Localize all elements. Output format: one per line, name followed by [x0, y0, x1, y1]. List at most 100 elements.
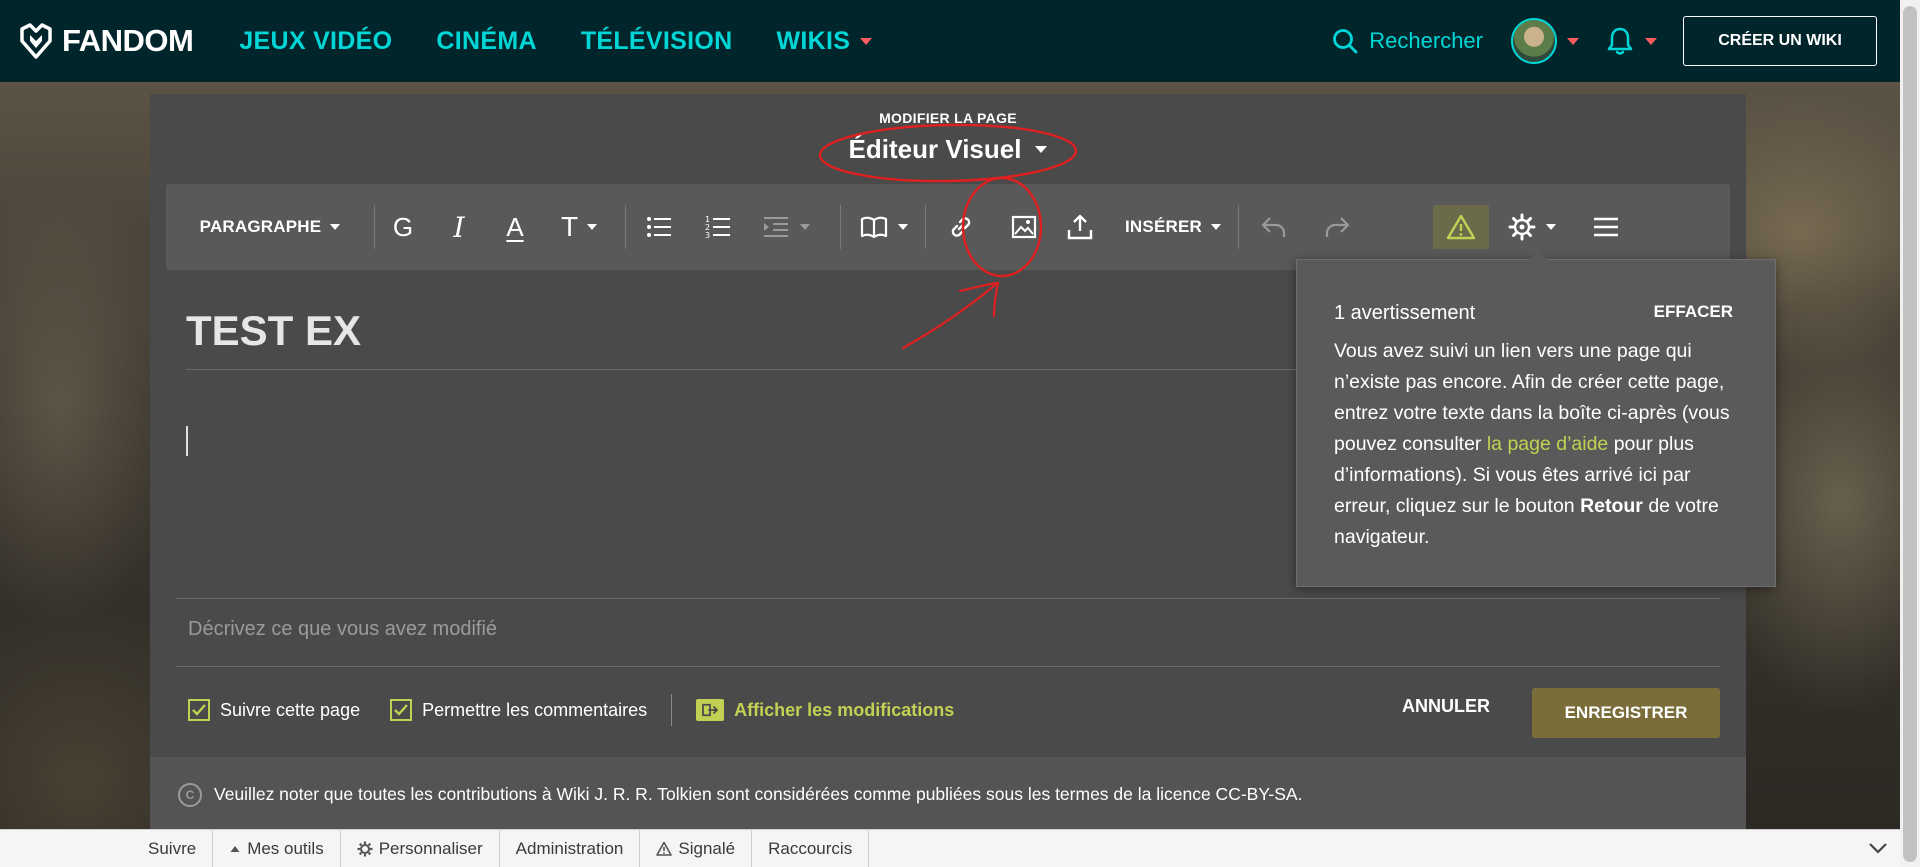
- warnings-popup: 1 avertissement EFFACER Vous avez suivi …: [1296, 251, 1776, 587]
- nav-link-label: JEUX VIDÉO: [239, 26, 393, 55]
- shortcuts-label: Raccourcis: [768, 838, 853, 858]
- bullet-list-icon: [647, 217, 671, 237]
- editor-mode-dropdown[interactable]: Éditeur Visuel: [150, 134, 1746, 165]
- brand-name: FANDOM: [62, 23, 194, 58]
- nav-link-wikis[interactable]: WIKIS: [776, 26, 873, 56]
- nav-link-games[interactable]: JEUX VIDÉO: [239, 27, 392, 56]
- clear-warnings-button[interactable]: EFFACER: [1654, 302, 1733, 322]
- chevron-down-icon: [330, 224, 341, 230]
- cite-dropdown[interactable]: [841, 184, 925, 270]
- watch-page-checkbox[interactable]: Suivre cette page: [188, 699, 360, 721]
- scrollbar-thumb[interactable]: [1903, 6, 1917, 862]
- menu-button[interactable]: [1573, 184, 1639, 270]
- insert-dropdown[interactable]: INSÉRER: [1108, 184, 1238, 270]
- popup-arrow: [1529, 251, 1547, 260]
- text-color-button[interactable]: A: [487, 184, 543, 270]
- search-icon: [1333, 29, 1358, 54]
- bullet-list-button[interactable]: [626, 184, 692, 270]
- image-icon: [1011, 215, 1037, 239]
- checkmark-icon: [192, 704, 206, 716]
- customize-label: Personnaliser: [378, 838, 483, 858]
- nav-link-tv[interactable]: TÉLÉVISION: [581, 27, 733, 56]
- license-notice: C Veuillez noter que toutes les contribu…: [150, 757, 1746, 832]
- chevron-down-icon: [587, 224, 598, 230]
- page-title-input[interactable]: TEST EX: [186, 307, 361, 355]
- link-icon: [951, 217, 971, 237]
- options-divider: [671, 694, 673, 726]
- numbered-list-icon: 123: [705, 215, 730, 240]
- create-wiki-button[interactable]: CRÉER UN WIKI: [1683, 16, 1877, 66]
- indent-icon: [763, 217, 788, 237]
- upload-button[interactable]: [1052, 184, 1108, 270]
- paragraph-label: PARAGRAPHE: [199, 217, 322, 236]
- search-label: Rechercher: [1369, 28, 1483, 53]
- toolbar-my-tools[interactable]: Mes outils: [213, 829, 341, 867]
- editor-mode-label: Éditeur Visuel: [848, 134, 1022, 164]
- bold-icon: G: [392, 211, 414, 242]
- insert-label: INSÉRER: [1125, 217, 1202, 236]
- notifications-bell-icon[interactable]: [1605, 26, 1635, 56]
- redo-button[interactable]: [1309, 184, 1365, 270]
- bold-button[interactable]: G: [375, 184, 431, 270]
- page-scrollbar[interactable]: [1900, 0, 1920, 867]
- checkbox-box: [188, 699, 210, 721]
- toolbar-customize[interactable]: Personnaliser: [341, 829, 500, 867]
- search-button[interactable]: Rechercher: [1331, 27, 1483, 55]
- follow-label: Suivre: [148, 838, 197, 858]
- chevron-down-icon: [860, 37, 873, 45]
- text-color-icon: A: [506, 211, 524, 242]
- help-page-link[interactable]: la page d’aide: [1487, 433, 1608, 455]
- warning-message: Vous avez suivi un lien vers une page qu…: [1334, 336, 1744, 553]
- diff-icon: [696, 699, 725, 721]
- book-icon: [860, 216, 887, 239]
- warnings-button[interactable]: [1365, 184, 1489, 270]
- summary-divider-top: [176, 598, 1720, 599]
- checkbox-box: [390, 699, 413, 721]
- wiki-bottom-toolbar: Suivre Mes outils Personnaliser Administ…: [0, 829, 1900, 867]
- chevron-down-icon: [1545, 224, 1556, 230]
- paragraph-format-dropdown[interactable]: PARAGRAPHE: [166, 184, 374, 270]
- user-avatar[interactable]: [1511, 18, 1557, 64]
- toolbar-follow[interactable]: Suivre: [132, 829, 214, 867]
- show-changes-button[interactable]: Afficher les modifications: [696, 699, 954, 721]
- save-button[interactable]: ENREGISTRER: [1532, 688, 1720, 738]
- nav-link-movies[interactable]: CINÉMA: [436, 27, 536, 56]
- allow-comments-checkbox[interactable]: Permettre les commentaires: [390, 699, 647, 721]
- insert-image-button[interactable]: [996, 184, 1052, 270]
- save-options-row: Suivre cette page Permettre les commenta…: [188, 694, 954, 726]
- text-caret[interactable]: [186, 426, 188, 456]
- copyright-icon: C: [178, 782, 202, 807]
- undo-icon: [1261, 217, 1286, 237]
- license-text: Veuillez noter que toutes les contributi…: [214, 784, 1303, 804]
- reported-label: Signalé: [678, 838, 736, 858]
- main-nav-links: JEUX VIDÉO CINÉMA TÉLÉVISION WIKIS: [239, 26, 873, 56]
- upload-icon: [1067, 214, 1093, 240]
- edit-page-heading: MODIFIER LA PAGE: [879, 110, 1017, 126]
- numbered-list-button[interactable]: 123: [692, 184, 744, 270]
- warning-icon: [656, 841, 673, 856]
- undo-button[interactable]: [1239, 184, 1309, 270]
- text-style-icon: T: [560, 211, 579, 242]
- edit-summary-input[interactable]: Décrivez ce que vous avez modifié: [188, 618, 497, 641]
- insert-link-button[interactable]: [926, 184, 996, 270]
- fandom-logo[interactable]: FANDOM: [16, 21, 194, 61]
- italic-icon: I: [453, 210, 465, 244]
- svg-text:3: 3: [705, 231, 710, 240]
- fandom-heart-icon: [20, 23, 52, 59]
- top-navigation: FANDOM JEUX VIDÉO CINÉMA TÉLÉVISION WIKI…: [0, 0, 1920, 82]
- nav-link-label: WIKIS: [776, 26, 851, 55]
- watch-page-label: Suivre cette page: [220, 699, 361, 720]
- toolbar-administration[interactable]: Administration: [500, 829, 641, 867]
- cancel-button[interactable]: ANNULER: [1402, 696, 1490, 717]
- text-style-dropdown[interactable]: T: [543, 184, 615, 270]
- nav-link-label: CINÉMA: [436, 26, 537, 55]
- avatar-chevron-down-icon[interactable]: [1567, 37, 1579, 45]
- collapse-chevron-down-icon[interactable]: [1866, 836, 1890, 860]
- caret-up-icon: [230, 845, 240, 852]
- toolbar-reported[interactable]: Signalé: [640, 829, 753, 867]
- nav-link-label: TÉLÉVISION: [580, 26, 733, 55]
- notifications-chevron-down-icon[interactable]: [1645, 37, 1657, 45]
- indent-dropdown[interactable]: [744, 184, 826, 270]
- toolbar-shortcuts[interactable]: Raccourcis: [752, 829, 870, 867]
- italic-button[interactable]: I: [431, 184, 487, 270]
